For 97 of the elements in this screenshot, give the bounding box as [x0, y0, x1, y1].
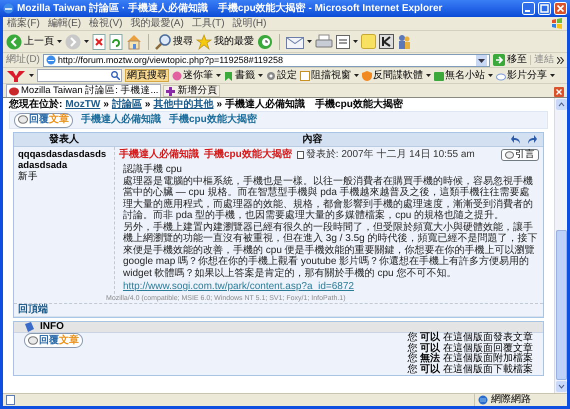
caret-icon[interactable]: [258, 74, 263, 77]
permission-text: 您 可以 在這個版面發表文章: [407, 333, 533, 343]
windows-flag-icon: [551, 18, 563, 29]
post-paragraph: 處理器是電腦的中樞系統，手機也是一樣。以往一般消費者在購買手機的時候，容易忽視手機當中的心臟 — cpu 規格。而在智慧型手機與 pda 手機越來越普及之後，這類手機往往需要處理大量的應用程式，而處理器的效能、規格，都會影響到手機的處理速度，漸漸受到消費者的討論。而非 pda 型的手機，也因需要處理大量的多媒體檔案，cpu 的規格也隨之提升。: [123, 176, 534, 222]
go-button[interactable]: 移至: [493, 54, 527, 66]
toolbar-item[interactable]: 影片分享: [496, 70, 547, 80]
caret-icon[interactable]: [488, 74, 493, 77]
reply-button[interactable]: 回覆文章: [14, 112, 73, 128]
caret-icon[interactable]: [353, 40, 358, 43]
printer-icon[interactable]: [315, 34, 333, 50]
post-date: 發表於: 2007年 十二月 14日 10:55 am: [306, 150, 475, 160]
toolbar-item[interactable]: 設定: [266, 70, 297, 80]
caret-icon[interactable]: [57, 40, 62, 43]
close-icon[interactable]: [554, 2, 567, 15]
author-rank: 新手: [18, 171, 39, 182]
reply-arrow-icon[interactable]: [511, 135, 521, 144]
star-icon: [196, 34, 212, 50]
favorites-button[interactable]: 我的最愛: [196, 32, 254, 50]
menu-item[interactable]: 編輯(E): [48, 18, 82, 28]
column-header: 內容: [302, 134, 324, 144]
back-button[interactable]: 上一頁: [6, 32, 54, 50]
search-button[interactable]: 搜尋: [155, 32, 193, 50]
quote-button[interactable]: 引言: [501, 149, 539, 161]
info-title: INFO: [40, 322, 64, 332]
breadcrumb-link[interactable]: MozTW: [65, 100, 100, 110]
post-title-link[interactable]: 手機達人必備知識: [119, 150, 199, 160]
author-name: qqqasdasdasdasdsadasdsada: [18, 149, 108, 171]
history-icon[interactable]: [257, 34, 273, 50]
forward-arrow-icon[interactable]: [527, 135, 537, 144]
caret-icon[interactable]: [426, 74, 431, 77]
y-logo-icon[interactable]: [6, 70, 26, 82]
zone-label: 網際網路: [491, 395, 531, 405]
scrollbar[interactable]: [554, 98, 567, 393]
shield-icon: [362, 70, 372, 80]
chevron-icon[interactable]: [557, 56, 564, 64]
column-header: 發表人: [48, 134, 80, 144]
menu-item[interactable]: 工具(T): [192, 18, 225, 28]
caret-icon[interactable]: [216, 74, 221, 77]
browser-tab[interactable]: Mozilla Taiwan 討論區: 手機達...: [6, 84, 162, 97]
permission-text: 您 可以 在這個版面回覆文章: [407, 344, 533, 354]
breadcrumb-current: 手機達人必備知識 手機cpu效能大揭密: [225, 100, 403, 110]
scroll-up-icon: [556, 99, 566, 110]
plus-icon: [166, 86, 176, 96]
topic-link[interactable]: 手機cpu效能大揭密: [169, 115, 257, 125]
stop-icon[interactable]: [92, 34, 106, 50]
caret-icon[interactable]: [354, 74, 359, 77]
close-tab-icon[interactable]: [554, 87, 564, 97]
menu-item[interactable]: 檔案(F): [7, 18, 40, 28]
post-page-icon: [296, 151, 304, 159]
post-link[interactable]: http://www.sogi.com.tw/park/content.asp?a_id=6872: [123, 281, 539, 293]
breadcrumb-label: 您現在位於:: [9, 100, 62, 110]
toolbar-item[interactable]: 無名小站: [434, 70, 485, 80]
breadcrumb-link[interactable]: 其他中的其他: [153, 100, 214, 110]
new-tab-button[interactable]: 新增分頁: [163, 85, 220, 97]
breadcrumb-link[interactable]: 討論區: [112, 100, 142, 110]
scroll-down-icon: [556, 381, 566, 392]
permission-text: 您 無法 在這個版面附加檔案: [407, 354, 533, 364]
caret-icon[interactable]: [29, 74, 34, 77]
envelope-icon[interactable]: [286, 34, 304, 48]
home-icon[interactable]: [126, 34, 142, 50]
people-icon[interactable]: [397, 34, 411, 50]
breadcrumb-separator: »: [216, 100, 222, 110]
breadcrumb-separator: »: [144, 100, 150, 110]
caret-icon[interactable]: [307, 40, 312, 43]
page-status-icon: [6, 395, 16, 405]
refresh-icon[interactable]: [109, 34, 123, 50]
minimize-icon[interactable]: [522, 2, 535, 15]
breadcrumb-separator: »: [103, 100, 109, 110]
dropdown-icon: [476, 54, 487, 66]
post-paragraph: 認識手機 cpu: [123, 164, 183, 176]
toolbar-item[interactable]: 書籤: [224, 70, 255, 80]
menu-item[interactable]: 檢視(V): [89, 18, 122, 28]
k-square-icon[interactable]: [379, 34, 394, 49]
toolbar-item[interactable]: 阻擋視窗: [300, 70, 351, 80]
reply-button[interactable]: 回覆文章: [24, 333, 83, 348]
search-icon: [155, 34, 171, 50]
bookmark-icon: [224, 70, 234, 80]
permission-text: 您 可以 在這個版面下載檔案: [407, 364, 533, 375]
menu-item[interactable]: 我的最愛(A): [130, 18, 184, 28]
maximize-icon[interactable]: [538, 2, 551, 15]
post-title-link[interactable]: 手機cpu效能大揭密: [204, 150, 292, 160]
caret-icon[interactable]: [84, 40, 89, 43]
search-icon: [111, 71, 120, 80]
toolbar-item[interactable]: 迷你筆: [172, 70, 213, 80]
window-title: Mozilla Taiwan 討論區 · 手機達人必備知識 手機cpu效能大揭密 - Microsoft Internet Explorer: [17, 2, 444, 16]
topic-link[interactable]: 手機達人必備知識: [81, 115, 161, 125]
address-field[interactable]: http://forum.moztw.org/viewtopic.php?p=119258#119258: [42, 54, 490, 66]
post-paragraph: 另外，手機上建置內建瀏覽器已經有很久的一段時間了，但受限於頻寬大小與硬體效能，讓手機上網瀏覽的功能一直沒有被重視，但在進入 3g / 3.5g 的時代後，頻寬已經不是問題了，接下來便是手機效能的改善，手機的 cpu 便是手機效能的重要關鍵，你想要在你的手機上可以瀏覽 google map 嗎？你想在你的手機上觀看 youtube 影片嗎？你還想在手機上有許多方便易用的 widget 軟體嗎？如果以上答案是肯定的，那有關於手機的 cpu 您不可不知。: [123, 222, 538, 279]
address-label: 網址(D): [6, 55, 40, 65]
document-icon[interactable]: [336, 34, 350, 48]
caret-icon[interactable]: [550, 74, 555, 77]
toolbar-item[interactable]: 反間諜軟體: [362, 70, 423, 80]
arrow-right-icon: [493, 54, 505, 66]
web-search-button[interactable]: 網頁搜尋: [125, 69, 169, 82]
menu-item[interactable]: 說明(H): [232, 18, 266, 28]
back-to-top-link[interactable]: 回頂端: [18, 305, 48, 315]
search-field[interactable]: [37, 69, 122, 82]
